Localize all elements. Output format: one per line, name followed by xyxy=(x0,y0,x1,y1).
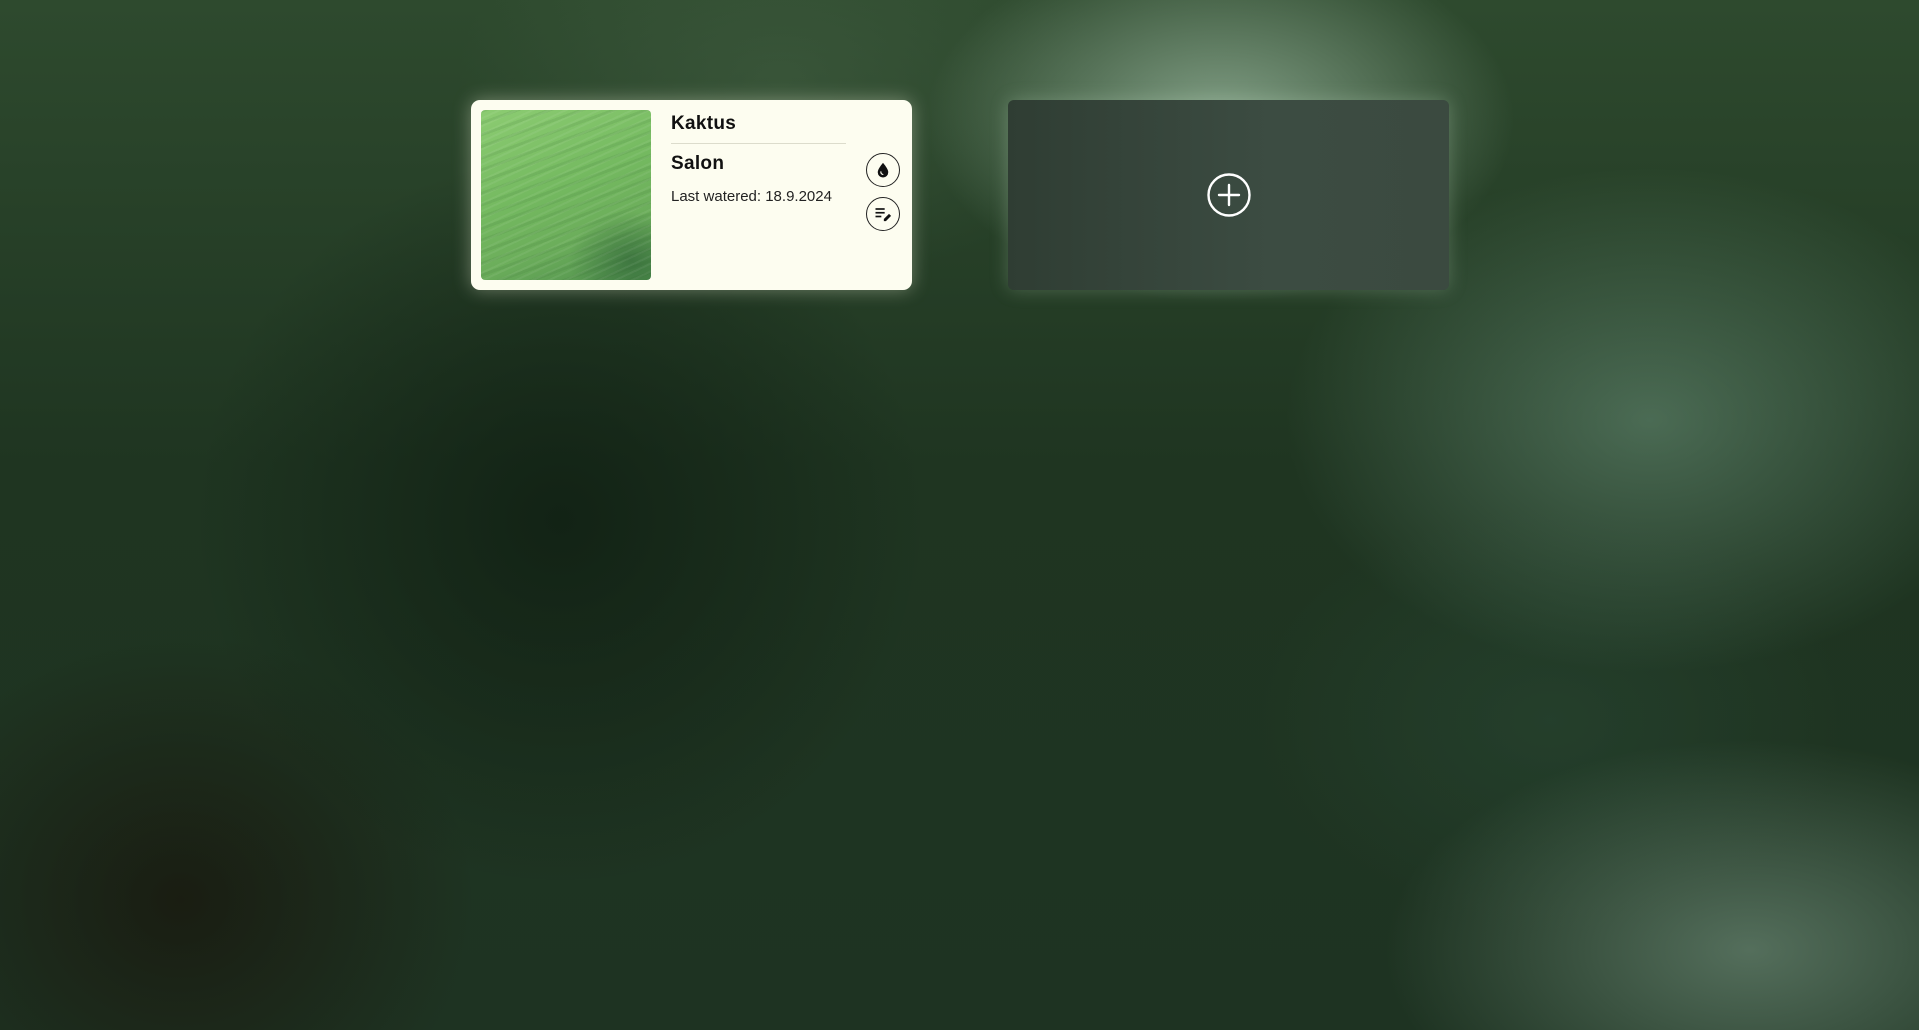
add-circle-icon xyxy=(1206,173,1251,217)
plant-info: Kaktus Salon Last watered: 18.9.2024 xyxy=(671,110,846,280)
water-drop-icon xyxy=(877,162,889,178)
edit-notes-icon xyxy=(875,208,892,222)
plant-card[interactable]: Kaktus Salon Last watered: 18.9.2024 xyxy=(471,100,912,290)
edit-button[interactable] xyxy=(866,197,900,231)
water-button[interactable] xyxy=(866,153,900,187)
card-actions xyxy=(866,153,900,231)
plant-name: Kaktus xyxy=(671,110,846,144)
plant-room: Salon xyxy=(671,153,725,174)
last-watered-text: Last watered: 18.9.2024 xyxy=(671,188,832,205)
plant-photo xyxy=(481,110,651,280)
plant-card-grid: Kaktus Salon Last watered: 18.9.2024 xyxy=(471,100,1449,290)
add-plant-card[interactable] xyxy=(1008,100,1449,290)
